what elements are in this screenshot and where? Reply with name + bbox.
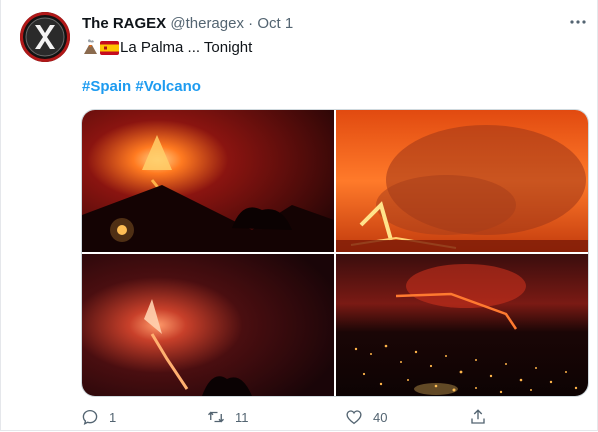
tweet-text-body: La Palma ... Tonight [120,39,253,56]
avatar[interactable] [20,12,70,62]
hashtag-volcano[interactable]: #Volcano [135,78,201,95]
more-options-icon[interactable] [567,13,589,33]
reply-button[interactable]: 1 [81,405,116,429]
media-grid [81,109,589,397]
tweet-date[interactable]: Oct 1 [257,15,293,32]
author-name[interactable]: The RAGEX [82,15,166,32]
separator-dot: · [248,15,254,32]
retweet-button[interactable]: 11 [207,405,249,429]
media-image-3[interactable] [82,254,334,396]
media-image-4[interactable] [336,254,588,396]
reply-count: 1 [109,409,117,425]
retweet-count: 11 [235,409,249,425]
share-button[interactable] [469,405,497,429]
volcano-emoji-icon [82,38,99,61]
share-icon [471,409,485,424]
hashtag-list: #Spain #Volcano [82,77,201,97]
author-handle[interactable]: @theragex [170,15,244,32]
tweet-text: La Palma ... Tonight [82,38,252,61]
like-count: 40 [373,409,388,425]
reply-icon [82,409,98,426]
media-image-1[interactable] [82,110,334,252]
tweet-actions: 1 11 40 [1,405,598,429]
tweet-header: The RAGEX @theragex · Oct 1 [82,14,293,34]
tweet-card[interactable]: The RAGEX @theragex · Oct 1 La Palma ...… [0,0,598,431]
like-button[interactable]: 40 [345,405,387,429]
spain-flag-icon [100,41,119,61]
media-image-2[interactable] [336,110,588,252]
hashtag-spain[interactable]: #Spain [82,78,131,95]
heart-icon [346,410,362,425]
retweet-icon [208,411,224,423]
